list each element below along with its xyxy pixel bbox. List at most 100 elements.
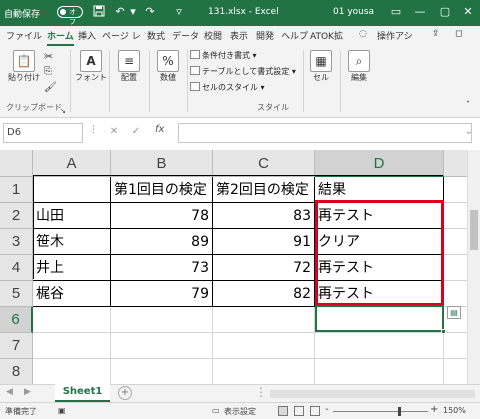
user-name[interactable]: 01 yousa	[333, 7, 374, 17]
cell-e1[interactable]	[444, 177, 467, 203]
cell-b7[interactable]	[111, 333, 213, 359]
display-settings-label[interactable]: 表示設定	[224, 406, 256, 417]
formula-input[interactable]	[178, 123, 472, 143]
row-header-5[interactable]: 5	[0, 281, 33, 307]
alignment-button[interactable]: ≡ 配置	[112, 50, 146, 83]
collapse-ribbon-icon[interactable]: ˄	[466, 100, 470, 109]
normal-view-icon[interactable]	[278, 406, 288, 416]
autosave-toggle[interactable]: オフ	[57, 6, 83, 26]
tab-data[interactable]: データ	[172, 29, 199, 42]
expand-formula-bar-icon[interactable]: ⌄	[462, 124, 476, 140]
ribbon-display-icon[interactable]: ▭	[389, 5, 403, 19]
display-settings-icon[interactable]: ▭	[212, 406, 220, 415]
cell-c8[interactable]	[213, 359, 315, 384]
insert-function-icon[interactable]: fx	[155, 124, 164, 135]
save-icon[interactable]	[92, 5, 106, 19]
row-header-1[interactable]: 1	[0, 177, 33, 203]
zoom-slider-knob[interactable]	[398, 407, 401, 416]
cell-styles-button[interactable]: セルのスタイル ▾	[190, 82, 265, 93]
cell-c3[interactable]: 91	[213, 229, 315, 255]
cell-e4[interactable]	[444, 255, 467, 281]
cell-c6[interactable]	[213, 307, 315, 333]
cell-e7[interactable]	[444, 333, 467, 359]
clipboard-launcher-icon[interactable]: ↘	[60, 107, 66, 115]
row-header-2[interactable]: 2	[0, 203, 33, 229]
share-icon[interactable]: ⇪	[432, 29, 440, 39]
minimize-icon[interactable]: —	[413, 4, 427, 20]
name-box[interactable]: D6	[3, 123, 83, 143]
paste-button[interactable]: 📋 貼り付け	[6, 50, 42, 83]
number-button[interactable]: % 数値	[151, 50, 185, 83]
cell-c1[interactable]: 第2回目の検定	[213, 177, 315, 203]
cell-b8[interactable]	[111, 359, 213, 384]
cut-icon[interactable]: ✂	[44, 50, 53, 63]
vertical-scrollbar[interactable]	[467, 150, 480, 384]
row-header-6[interactable]: 6	[0, 307, 33, 333]
horizontal-scrollbar[interactable]	[270, 390, 475, 398]
tab-help[interactable]: ヘルプ	[281, 29, 308, 42]
tab-insert[interactable]: 挿入	[78, 29, 96, 42]
zoom-slider[interactable]	[333, 411, 428, 412]
cell-b1[interactable]: 第1回目の検定	[111, 177, 213, 203]
tab-tell-me[interactable]: 操作アシ	[377, 29, 413, 42]
format-painter-icon[interactable]: 🖌	[44, 82, 57, 93]
select-all-corner[interactable]	[0, 150, 33, 177]
page-break-view-icon[interactable]	[310, 406, 320, 416]
page-layout-view-icon[interactable]	[294, 406, 304, 416]
tab-page-layout[interactable]: ページ レ	[102, 29, 141, 42]
cell-e5[interactable]	[444, 281, 467, 307]
undo-dropdown-icon[interactable]: ▾	[126, 5, 140, 19]
redo-icon[interactable]: ↷	[143, 5, 157, 19]
customize-icon[interactable]: ▿	[172, 5, 186, 19]
column-header-b[interactable]: B	[111, 150, 213, 177]
next-sheet-icon[interactable]: ▶	[24, 387, 31, 397]
cell-b2[interactable]: 78	[111, 203, 213, 229]
tab-home[interactable]: ホーム	[47, 29, 74, 46]
cell-a2[interactable]: 山田	[33, 203, 111, 229]
tab-review[interactable]: 校閲	[204, 29, 222, 42]
cell-a8[interactable]	[33, 359, 111, 384]
cell-c4[interactable]: 72	[213, 255, 315, 281]
comments-icon[interactable]: ◻	[455, 29, 462, 39]
editing-button[interactable]: ⌕ 編集	[344, 50, 374, 83]
cell-c5[interactable]: 82	[213, 281, 315, 307]
tab-formulas[interactable]: 数式	[147, 29, 165, 42]
tab-file[interactable]: ファイル	[6, 29, 42, 42]
cell-a7[interactable]	[33, 333, 111, 359]
column-header-a[interactable]: A	[33, 150, 111, 177]
zoom-in-button[interactable]: +	[430, 404, 438, 415]
tab-view[interactable]: 表示	[230, 29, 248, 42]
quick-analysis-icon[interactable]: ▤	[447, 306, 461, 319]
more-sheets-icon[interactable]: ⋮	[255, 385, 267, 399]
add-sheet-icon[interactable]: +	[118, 386, 132, 400]
maximize-icon[interactable]: ▢	[438, 4, 452, 20]
cell-d8[interactable]	[315, 359, 444, 384]
zoom-level[interactable]: 150%	[443, 406, 466, 415]
cell-c2[interactable]: 83	[213, 203, 315, 229]
cell-b6[interactable]	[111, 307, 213, 333]
column-header-e[interactable]	[444, 150, 467, 177]
format-as-table-button[interactable]: テーブルとして書式設定 ▾	[190, 66, 296, 77]
cell-b4[interactable]: 73	[111, 255, 213, 281]
cell-e8[interactable]	[444, 359, 467, 384]
row-header-8[interactable]: 8	[0, 359, 33, 384]
macro-record-icon[interactable]: ▣	[58, 406, 66, 415]
cell-a5[interactable]: 梶谷	[33, 281, 111, 307]
cell-b3[interactable]: 89	[111, 229, 213, 255]
row-header-3[interactable]: 3	[0, 229, 33, 255]
close-icon[interactable]: ✕	[461, 4, 475, 20]
vertical-scroll-thumb[interactable]	[470, 210, 478, 250]
active-cell-d6[interactable]	[315, 305, 444, 332]
column-header-d[interactable]: D	[315, 150, 444, 177]
cell-a3[interactable]: 笹木	[33, 229, 111, 255]
conditional-format-button[interactable]: 条件付き書式 ▾	[190, 50, 257, 61]
cell-e2[interactable]	[444, 203, 467, 229]
tab-developer[interactable]: 開発	[256, 29, 274, 42]
cell-b5[interactable]: 79	[111, 281, 213, 307]
zoom-out-button[interactable]: -	[325, 404, 329, 415]
row-header-4[interactable]: 4	[0, 255, 33, 281]
fill-handle[interactable]	[441, 329, 446, 334]
cell-c7[interactable]	[213, 333, 315, 359]
enter-icon[interactable]: ✓	[129, 124, 143, 140]
undo-icon[interactable]: ↶	[113, 5, 127, 19]
